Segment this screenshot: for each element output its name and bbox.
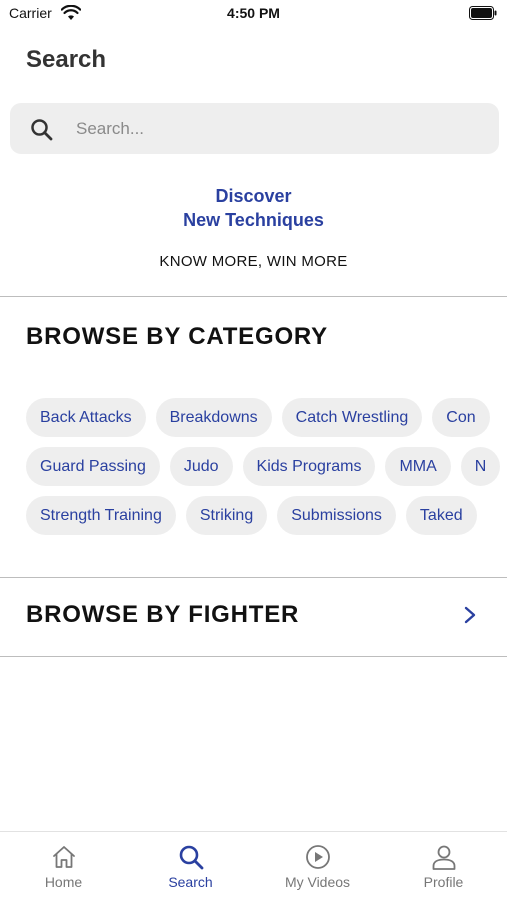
browse-fighter-heading: BROWSE BY FIGHTER (26, 601, 300, 628)
tab-home[interactable]: Home (0, 832, 127, 900)
browse-category-heading: BROWSE BY CATEGORY (26, 323, 328, 350)
tab-label: Profile (423, 874, 464, 890)
divider (0, 656, 507, 657)
tab-search[interactable]: Search (127, 832, 254, 900)
category-chip-row: Back Attacks Breakdowns Catch Wrestling Con (26, 398, 500, 437)
category-chip[interactable]: N (460, 447, 501, 486)
promo-title-line-2: New Techniques (183, 210, 324, 230)
category-chip[interactable]: MMA (385, 447, 451, 486)
category-chip[interactable]: Back Attacks (26, 398, 146, 437)
category-chip[interactable]: Con (432, 398, 490, 437)
promo-title-line-1: Discover (215, 186, 292, 206)
browse-fighter-row[interactable]: BROWSE BY FIGHTER (0, 579, 507, 655)
search-screen: Carrier 4:50 PM Search Discover New Tech… (0, 0, 507, 900)
divider (0, 577, 507, 578)
category-chip[interactable]: Kids Programs (242, 447, 376, 486)
chevron-right-icon (464, 606, 476, 624)
play-circle-icon (305, 845, 330, 869)
user-icon (432, 845, 455, 870)
category-chip[interactable]: Breakdowns (155, 398, 272, 437)
category-chip[interactable]: Judo (169, 447, 233, 486)
divider (0, 296, 507, 297)
status-bar: Carrier 4:50 PM (0, 0, 507, 28)
search-icon (179, 845, 203, 870)
battery-icon (469, 6, 497, 20)
tab-bar: Home Search My Videos Profile (0, 831, 507, 900)
tab-label: My Videos (284, 874, 351, 890)
promo-tagline: KNOW MORE, WIN MORE (159, 253, 348, 270)
search-input[interactable] (76, 112, 476, 145)
category-chip[interactable]: Strength Training (26, 496, 176, 535)
tab-my-videos[interactable]: My Videos (254, 832, 381, 900)
category-chip[interactable]: Striking (185, 496, 268, 535)
category-chip-row: Strength Training Striking Submissions Take… (26, 496, 487, 535)
category-chip-row: Guard Passing Judo Kids Programs MMA N (26, 447, 507, 486)
tab-profile[interactable]: Profile (380, 832, 507, 900)
tab-label: Search (168, 874, 213, 890)
search-icon (31, 119, 53, 141)
tab-label: Home (44, 874, 83, 890)
category-chip[interactable]: Taked (405, 496, 477, 535)
status-time: 4:50 PM (227, 5, 280, 21)
category-chip[interactable]: Catch Wrestling (281, 398, 423, 437)
category-chip[interactable]: Guard Passing (26, 447, 160, 486)
category-chip[interactable]: Submissions (277, 496, 396, 535)
home-icon (52, 846, 75, 868)
search-bar[interactable] (10, 103, 499, 154)
page-title: Search (26, 46, 107, 73)
